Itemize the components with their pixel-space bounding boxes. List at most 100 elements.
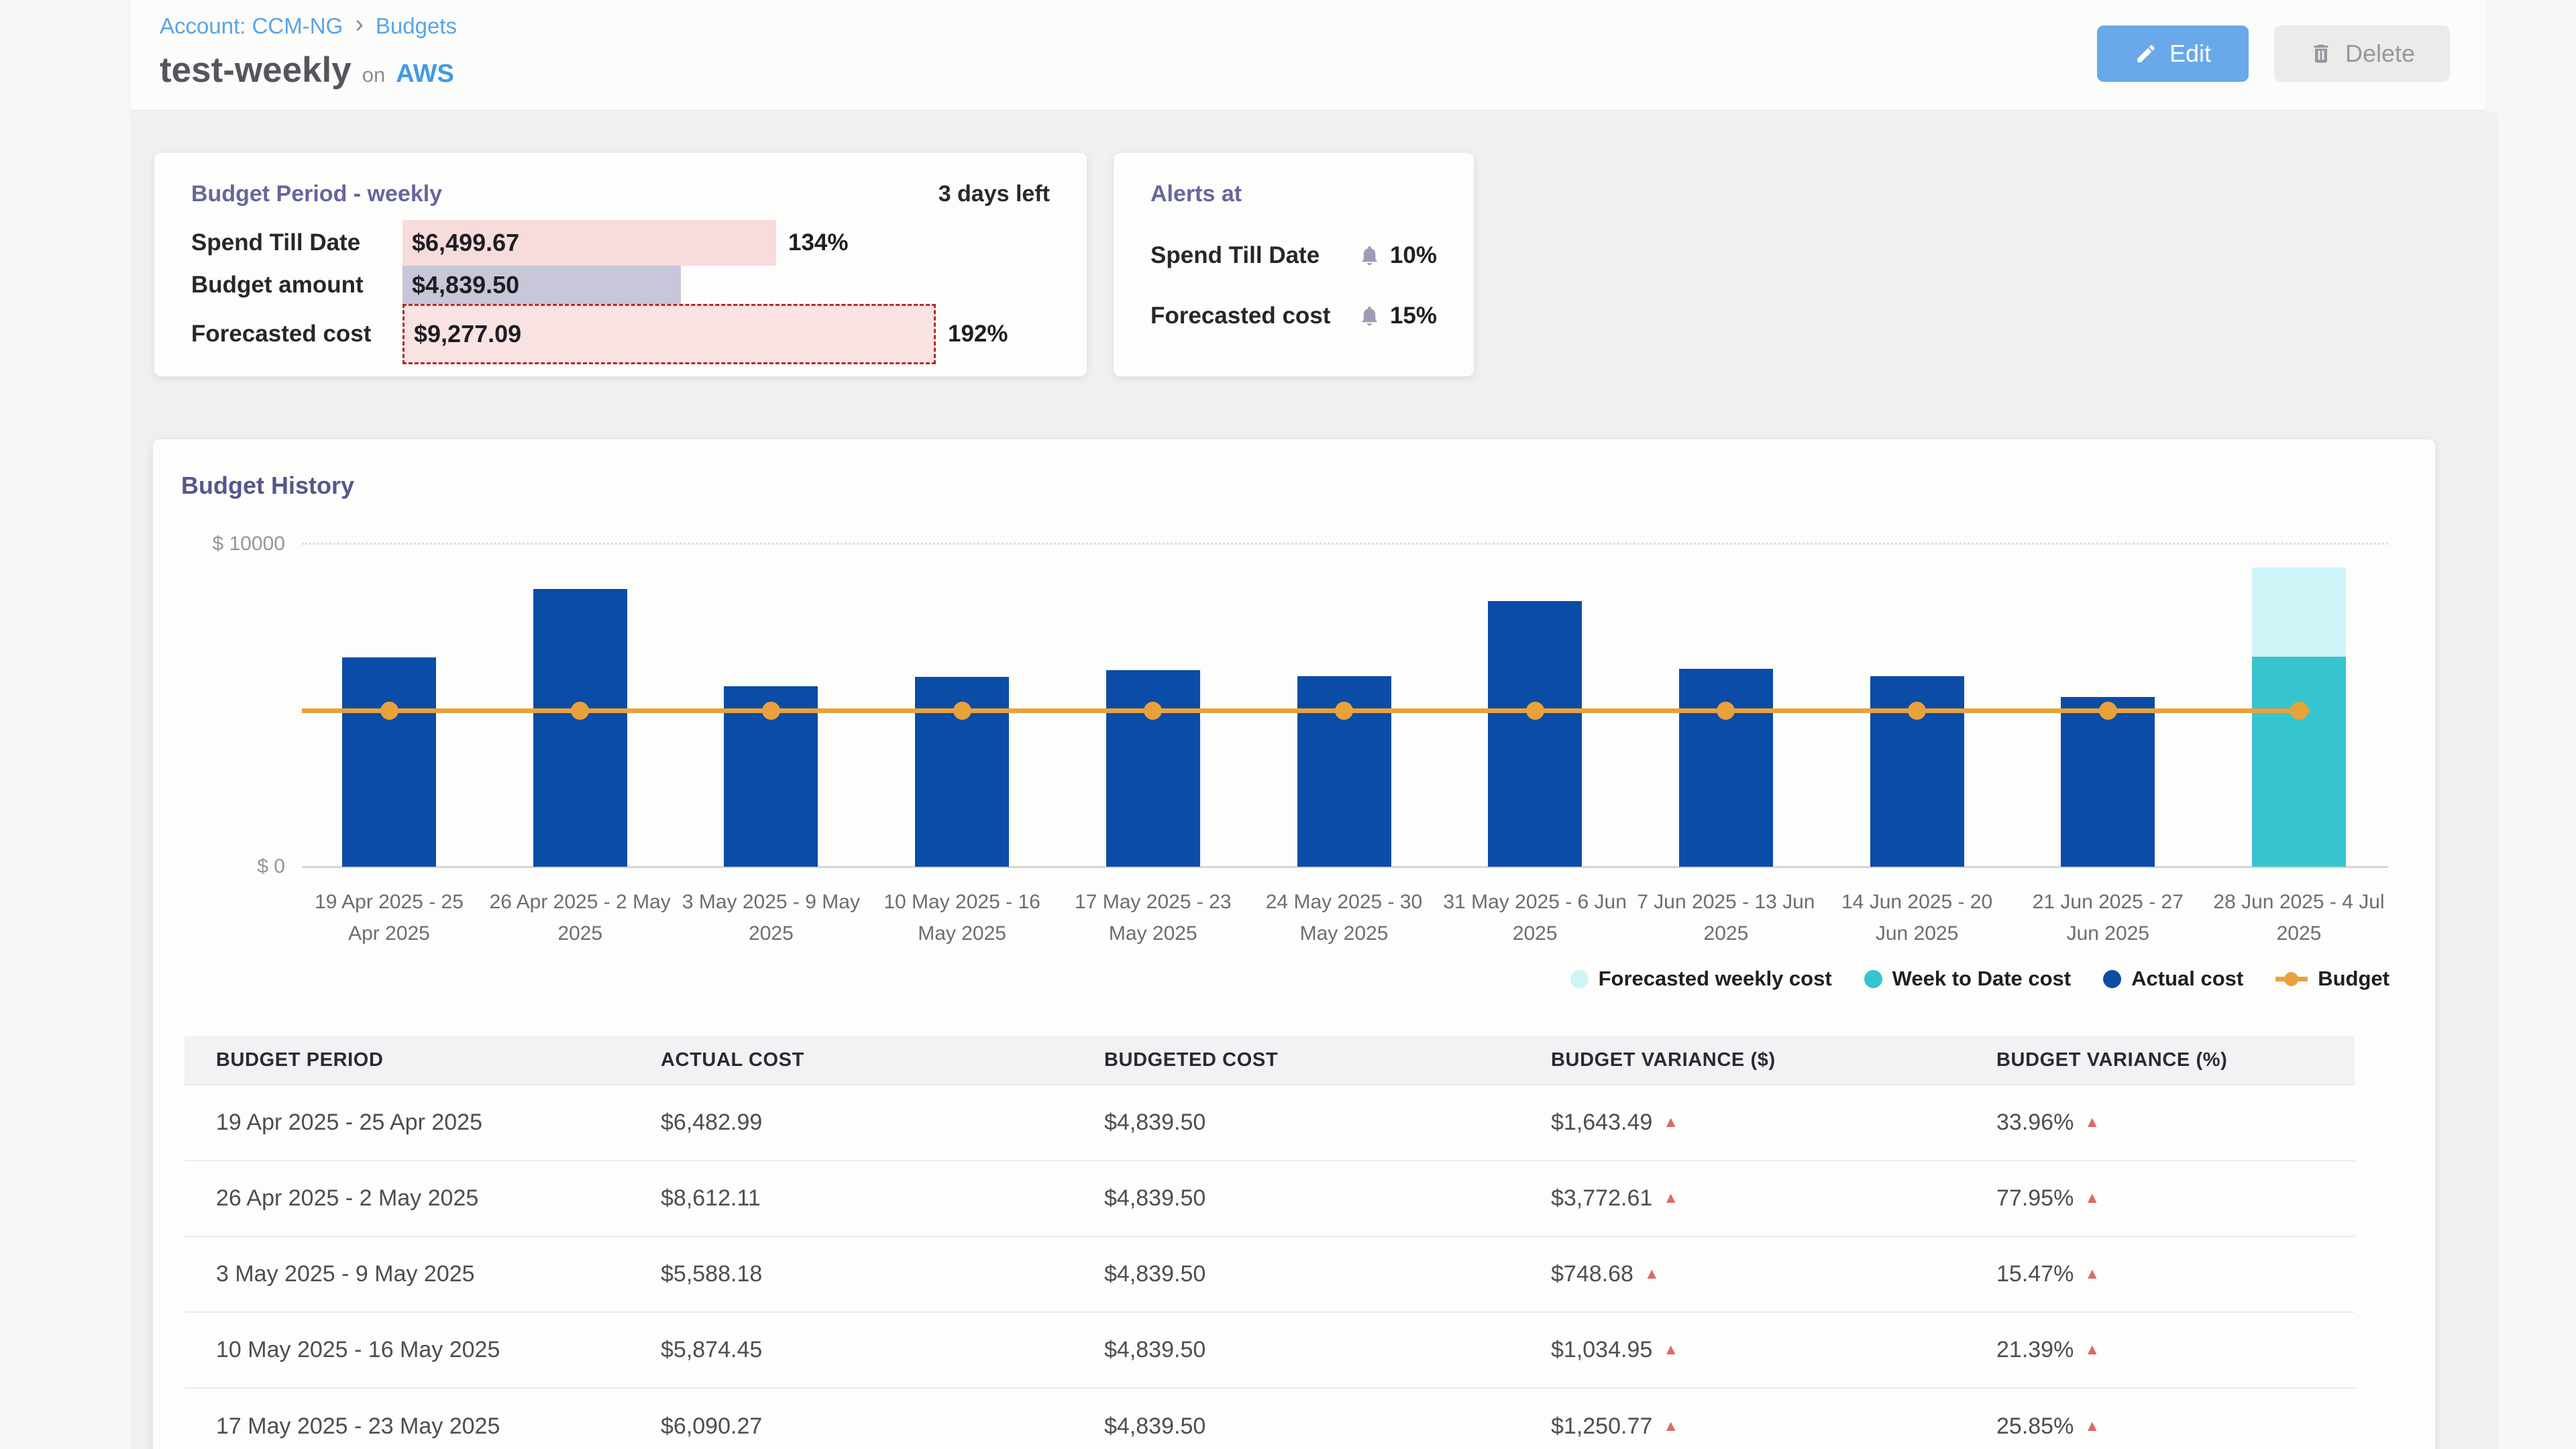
budget-period-cell: 17 May 2025 - 23 May 2025 (184, 1388, 661, 1449)
page-header: Account: CCM-NG › Budgets test-weekly on… (131, 0, 2485, 111)
gridline-top (302, 543, 2388, 545)
spend-till-date-percent: 134% (788, 229, 849, 256)
legend-item-actual[interactable]: Actual cost (2103, 967, 2243, 991)
forecasted-cost-bar: $9,277.09 (402, 304, 936, 364)
y-axis-min-label: $ 0 (178, 855, 285, 878)
budget-point (2290, 702, 2308, 720)
up-arrow-icon: ▲ (2084, 1113, 2100, 1130)
bell-icon (1358, 245, 1381, 267)
x-axis-label: 19 Apr 2025 - 25 Apr 2025 (282, 887, 496, 949)
legend-label-week-to-date: Week to Date cost (1892, 967, 2071, 991)
forecasted-cost-percent: 192% (948, 321, 1008, 347)
budget-period-cell: 19 Apr 2025 - 25 Apr 2025 (184, 1085, 661, 1161)
breadcrumb: Account: CCM-NG › Budgets (160, 13, 457, 39)
budget-point (1526, 702, 1544, 720)
breadcrumb-account-link[interactable]: Account: CCM-NG (160, 13, 343, 39)
legend-label-actual: Actual cost (2131, 967, 2243, 991)
budget-variance-usd-cell: $748.68▲ (1551, 1236, 1996, 1312)
up-arrow-icon: ▲ (2084, 1189, 2100, 1206)
alert-row-spend: Spend Till Date 10% (1150, 232, 1437, 279)
budget-point (2099, 702, 2117, 720)
table-row: 3 May 2025 - 9 May 2025$5,588.18$4,839.5… (184, 1236, 2355, 1312)
forecasted-cost-row: Forecasted cost $9,277.09 192% (191, 304, 1067, 364)
budget-history-card: Budget History $ 10000 $ 0 19 Apr 2025 -… (153, 439, 2435, 1449)
budget-point (1144, 702, 1162, 720)
bell-icon (1358, 305, 1381, 327)
header-actions: Edit Delete (2097, 25, 2450, 82)
alert-forecast-label: Forecasted cost (1150, 303, 1330, 329)
budgeted-cost-cell: $4,839.50 (1104, 1388, 1551, 1449)
up-arrow-icon: ▲ (1663, 1340, 1678, 1358)
chart-legend: Forecasted weekly cost Week to Date cost… (1570, 967, 2390, 991)
budget-variance-pct-cell: 33.96%▲ (1996, 1085, 2355, 1161)
budget-amount-label: Budget amount (191, 272, 402, 299)
alert-spend-label: Spend Till Date (1150, 242, 1320, 269)
column-header: BUDGET PERIOD (184, 1036, 661, 1085)
actual-cost-cell: $6,090.27 (661, 1388, 1104, 1449)
alerts-card: Alerts at Spend Till Date 10% Forecasted… (1114, 153, 1474, 376)
legend-item-budget[interactable]: Budget (2275, 967, 2390, 991)
column-header: BUDGET VARIANCE (%) (1996, 1036, 2355, 1085)
budget-variance-pct-cell: 25.85%▲ (1996, 1388, 2355, 1449)
delete-button[interactable]: Delete (2274, 25, 2450, 82)
spend-till-date-label: Spend Till Date (191, 229, 402, 256)
alerts-title: Alerts at (1150, 181, 1242, 207)
week-to-date-cost-swatch (1864, 970, 1882, 988)
actual-cost-cell: $8,612.11 (661, 1161, 1104, 1236)
up-arrow-icon: ▲ (1644, 1265, 1660, 1282)
edit-button-label: Edit (2169, 40, 2211, 68)
budgeted-cost-cell: $4,839.50 (1104, 1236, 1551, 1312)
up-arrow-icon: ▲ (1663, 1417, 1678, 1434)
x-axis-label: 21 Jun 2025 - 27 Jun 2025 (2000, 887, 2215, 949)
legend-item-week-to-date[interactable]: Week to Date cost (1864, 967, 2071, 991)
actual-cost-bar (2061, 697, 2155, 867)
alerts-card-header: Alerts at (1150, 181, 1437, 207)
trash-icon (2309, 42, 2333, 66)
column-header: BUDGETED COST (1104, 1036, 1551, 1085)
budget-period-cell: 10 May 2025 - 16 May 2025 (184, 1312, 661, 1388)
budget-point (953, 702, 971, 720)
budget-history-title: Budget History (181, 472, 354, 500)
actual-cost-cell: $6,482.99 (661, 1085, 1104, 1161)
title-on-label: on (362, 63, 385, 87)
alert-spend-percent: 10% (1390, 242, 1437, 269)
x-axis-label: 10 May 2025 - 16 May 2025 (855, 887, 1069, 949)
budget-variance-usd-cell: $1,034.95▲ (1551, 1312, 1996, 1388)
legend-item-forecasted[interactable]: Forecasted weekly cost (1570, 967, 1832, 991)
table-row: 10 May 2025 - 16 May 2025$5,874.45$4,839… (184, 1312, 2355, 1388)
budget-period-card: Budget Period - weekly 3 days left Spend… (154, 153, 1087, 376)
table-header-row: BUDGET PERIODACTUAL COSTBUDGETED COSTBUD… (184, 1036, 2355, 1085)
actual-cost-cell: $5,874.45 (661, 1312, 1104, 1388)
budget-point (1717, 702, 1735, 720)
x-axis-label: 3 May 2025 - 9 May 2025 (663, 887, 878, 949)
actual-cost-cell: $5,588.18 (661, 1236, 1104, 1312)
budget-history-table: BUDGET PERIODACTUAL COSTBUDGETED COSTBUD… (184, 1036, 2355, 1449)
x-axis-label: 26 Apr 2025 - 2 May 2025 (473, 887, 688, 949)
budget-amount-value: $4,839.50 (412, 271, 519, 299)
alert-row-forecast: Forecasted cost 15% (1150, 292, 1437, 339)
forecasted-cost-value: $9,277.09 (414, 320, 521, 348)
budget-variance-pct-cell: 15.47%▲ (1996, 1236, 2355, 1312)
budget-point (762, 702, 780, 720)
column-header: BUDGET VARIANCE ($) (1551, 1036, 1996, 1085)
breadcrumb-budgets-link[interactable]: Budgets (376, 13, 457, 39)
title-row: test-weekly on AWS (160, 50, 454, 91)
spend-till-date-value: $6,499.67 (412, 229, 519, 257)
up-arrow-icon: ▲ (1663, 1189, 1678, 1206)
budget-variance-pct-cell: 21.39%▲ (1996, 1312, 2355, 1388)
budgeted-cost-cell: $4,839.50 (1104, 1085, 1551, 1161)
up-arrow-icon: ▲ (2084, 1417, 2100, 1434)
x-axis-label: 17 May 2025 - 23 May 2025 (1046, 887, 1260, 949)
edit-button[interactable]: Edit (2097, 25, 2249, 82)
actual-cost-bar (533, 589, 627, 867)
budget-point (1335, 702, 1353, 720)
up-arrow-icon: ▲ (2084, 1340, 2100, 1358)
up-arrow-icon: ▲ (1663, 1113, 1678, 1130)
cloud-provider-label: AWS (396, 60, 454, 89)
column-header: ACTUAL COST (661, 1036, 1104, 1085)
delete-button-label: Delete (2345, 40, 2415, 68)
up-arrow-icon: ▲ (2084, 1265, 2100, 1282)
budgeted-cost-cell: $4,839.50 (1104, 1312, 1551, 1388)
budget-variance-usd-cell: $1,250.77▲ (1551, 1388, 1996, 1449)
week-to-date-cost-bar (2252, 657, 2346, 867)
